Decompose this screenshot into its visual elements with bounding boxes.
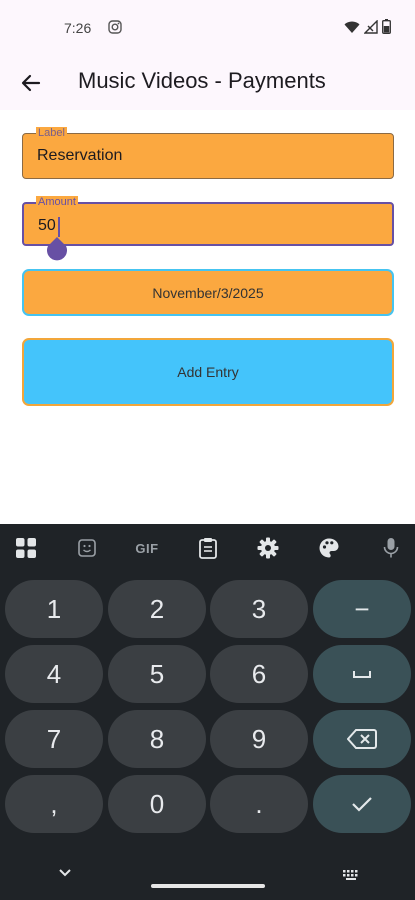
- instagram-icon: [108, 20, 122, 34]
- key-backspace[interactable]: [313, 710, 411, 768]
- key-2[interactable]: 2: [108, 580, 206, 638]
- top-area: 7:26 Music Videos - Payments: [0, 0, 415, 110]
- gif-icon[interactable]: GIF: [131, 536, 163, 560]
- add-entry-button[interactable]: Add Entry: [22, 338, 394, 406]
- keyboard-toolbar: GIF: [0, 524, 415, 572]
- key-5[interactable]: 5: [108, 645, 206, 703]
- space-icon: [353, 671, 371, 678]
- wifi-icon: [344, 21, 360, 33]
- navigation-bar: [0, 862, 415, 900]
- key-done[interactable]: [313, 775, 411, 833]
- palette-icon[interactable]: [317, 536, 341, 560]
- key-8[interactable]: 8: [108, 710, 206, 768]
- cursor-handle-icon[interactable]: [46, 237, 68, 261]
- key-0[interactable]: 0: [108, 775, 206, 833]
- label-field-label: Label: [36, 127, 67, 139]
- cell-signal-icon: [364, 19, 378, 34]
- status-time: 7:26: [64, 20, 92, 36]
- back-arrow-icon[interactable]: [18, 70, 44, 96]
- text-cursor: [58, 217, 60, 237]
- status-bar: 7:26: [0, 0, 415, 54]
- battery-icon: [382, 19, 391, 34]
- app-bar: Music Videos - Payments: [0, 56, 415, 110]
- key-4[interactable]: 4: [5, 645, 103, 703]
- amount-field[interactable]: 50: [22, 202, 394, 246]
- keyboard-switch-icon[interactable]: [342, 869, 360, 881]
- key-space[interactable]: [313, 645, 411, 703]
- amount-field-value[interactable]: 50: [38, 217, 56, 235]
- key-period[interactable]: .: [210, 775, 308, 833]
- key-1[interactable]: 1: [5, 580, 103, 638]
- numeric-keyboard: GIF 1 2 3 − 4 5 6 7 8 9 , 0 .: [0, 524, 415, 900]
- key-9[interactable]: 9: [210, 710, 308, 768]
- home-gesture-pill[interactable]: [151, 884, 265, 888]
- microphone-icon[interactable]: [379, 536, 403, 560]
- apps-grid-icon[interactable]: [14, 536, 38, 560]
- backspace-icon: [347, 729, 377, 749]
- key-minus[interactable]: −: [313, 580, 411, 638]
- key-6[interactable]: 6: [210, 645, 308, 703]
- key-3[interactable]: 3: [210, 580, 308, 638]
- key-7[interactable]: 7: [5, 710, 103, 768]
- checkmark-icon: [352, 797, 372, 812]
- status-icons: [344, 19, 391, 34]
- sticker-icon[interactable]: [75, 536, 99, 560]
- keyboard-hide-chevron-icon[interactable]: [58, 868, 72, 878]
- page-title: Music Videos - Payments: [78, 68, 326, 93]
- label-field-value[interactable]: Reservation: [37, 147, 122, 165]
- amount-field-label: Amount: [36, 196, 78, 208]
- date-picker-button[interactable]: November/3/2025: [22, 269, 394, 316]
- clipboard-icon[interactable]: [196, 536, 220, 560]
- label-field[interactable]: Reservation: [22, 133, 394, 179]
- key-comma[interactable]: ,: [5, 775, 103, 833]
- settings-gear-icon[interactable]: [256, 536, 280, 560]
